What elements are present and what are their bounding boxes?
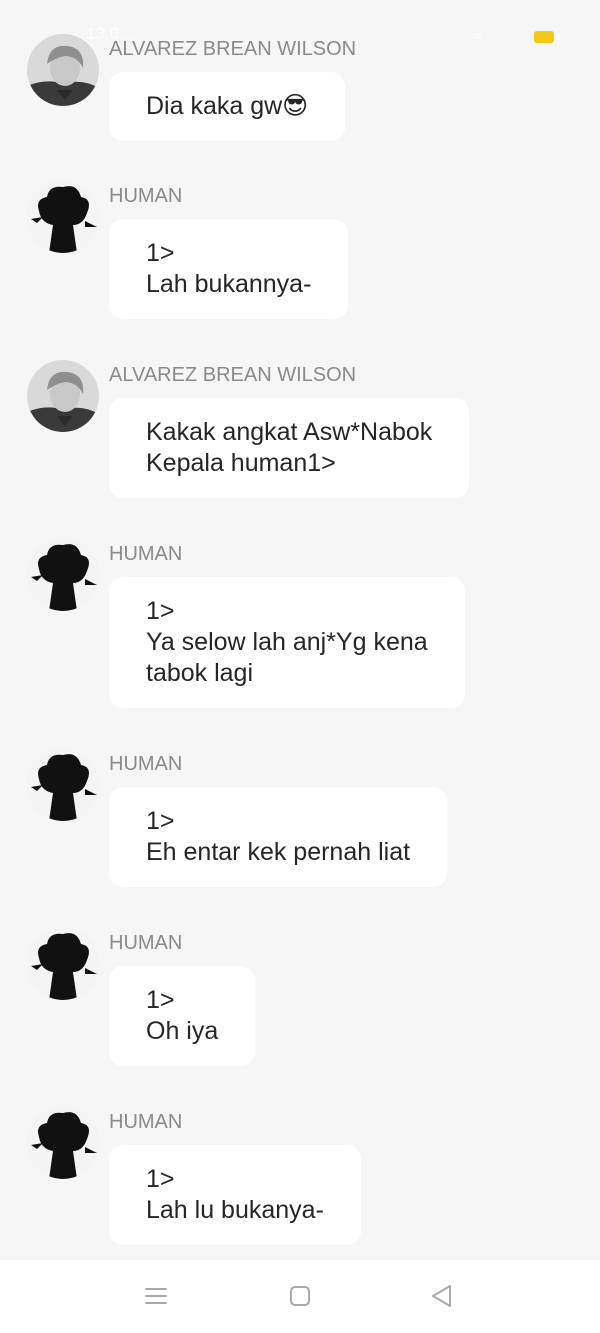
photo-avatar-icon [27, 34, 99, 106]
message-text-line: Ya selow lah anj*Yg kena [146, 628, 428, 656]
message-text-line: Eh entar kek pernah liat [146, 838, 411, 866]
silhouette-avatar-icon [27, 539, 99, 611]
message-bubble[interactable]: Dia kaka gw😎 [109, 72, 346, 141]
sender-name: HUMAN [109, 543, 183, 565]
message-text-line: Kepala human1> [146, 449, 336, 477]
sender-avatar[interactable] [27, 928, 99, 1000]
back-button[interactable] [426, 1280, 458, 1312]
message-bubble[interactable]: 1> Lah lu bukanya- [109, 1145, 361, 1245]
battery-icon [534, 31, 554, 43]
navigation-bar [0, 1260, 600, 1333]
message-bubble[interactable]: Kakak angkat Asw*Nabok Kepala human1> [109, 398, 470, 498]
message-text-line: 1> [146, 807, 175, 835]
sender-avatar[interactable] [27, 34, 99, 106]
sender-avatar[interactable] [27, 1107, 99, 1179]
battery-tip-icon [557, 34, 560, 40]
message-bubble[interactable]: 1> Lah bukannya- [109, 219, 349, 319]
sender-avatar[interactable] [27, 181, 99, 253]
message-text-line: 1> [146, 239, 175, 267]
sender-avatar[interactable] [27, 360, 99, 432]
sender-name: ALVAREZ BREAN WILSON [109, 364, 357, 386]
sender-name: HUMAN [109, 1111, 183, 1133]
message-bubble[interactable]: 1> Oh iya [109, 966, 256, 1066]
silhouette-avatar-icon [27, 181, 99, 253]
sender-name: ALVAREZ BREAN WILSON [109, 38, 357, 60]
home-square-icon [290, 1286, 310, 1306]
message-text-line: tabok lagi [146, 659, 254, 687]
sender-name: HUMAN [109, 932, 183, 954]
message-text-line: 1> [146, 597, 175, 625]
message-text-line: Lah lu bukanya- [146, 1196, 324, 1224]
message-text-line: 1> [146, 986, 175, 1014]
message-bubble[interactable]: 1> Ya selow lah anj*Yg kena tabok lagi [109, 577, 465, 708]
signal-wifi-icons: ·· ≈ · [458, 28, 494, 44]
message-text-line: Lah bukannya- [146, 270, 312, 298]
menu-icon [145, 1288, 167, 1304]
home-button[interactable] [284, 1280, 316, 1312]
message-bubble[interactable]: 1> Eh entar kek pernah liat [109, 787, 448, 887]
sender-name: HUMAN [109, 753, 183, 775]
sender-name: HUMAN [109, 185, 183, 207]
message-text-line: Oh iya [146, 1017, 219, 1045]
message-text-line: Dia kaka gw😎 [146, 92, 309, 120]
photo-avatar-icon [27, 360, 99, 432]
silhouette-avatar-icon [27, 1107, 99, 1179]
message-text-line: 1> [146, 1165, 175, 1193]
message-text-line: Kakak angkat Asw*Nabok [146, 418, 433, 446]
menu-button[interactable] [140, 1280, 172, 1312]
sender-avatar[interactable] [27, 749, 99, 821]
silhouette-avatar-icon [27, 749, 99, 821]
sender-avatar[interactable] [27, 539, 99, 611]
silhouette-avatar-icon [27, 928, 99, 1000]
back-triangle-icon [432, 1285, 451, 1307]
